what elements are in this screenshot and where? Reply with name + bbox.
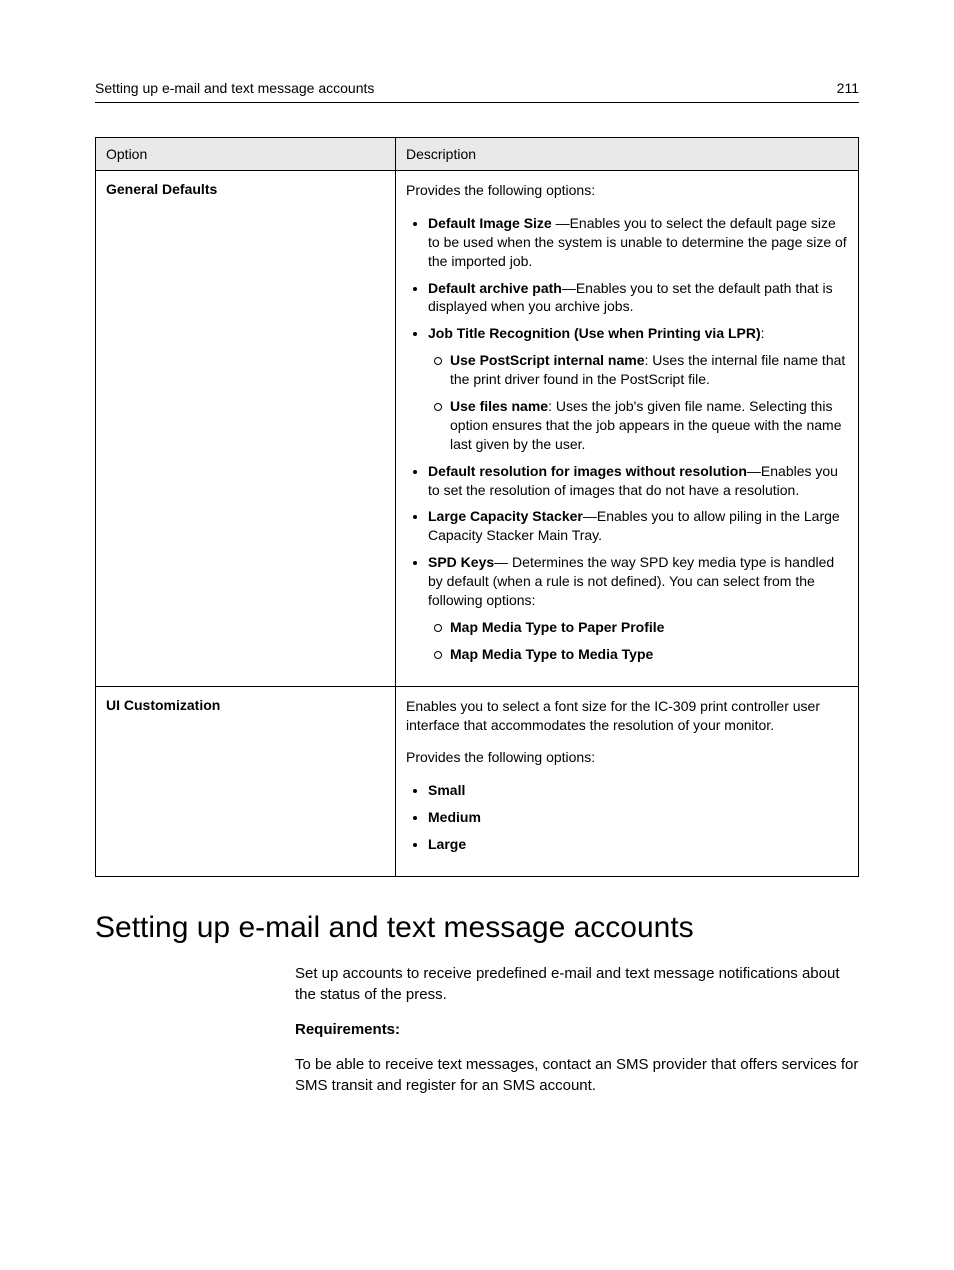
running-header: Setting up e-mail and text message accou… — [95, 80, 859, 103]
list-item: Large — [428, 835, 848, 854]
bold-term: SPD Keys — [428, 554, 494, 570]
desc-text: : — [761, 325, 765, 341]
list-item: Default archive path—Enables you to set … — [428, 279, 848, 317]
desc-general-defaults: Provides the following options: Default … — [396, 171, 859, 687]
table-row: UI Customization Enables you to select a… — [96, 686, 859, 876]
table-header-row: Option Description — [96, 138, 859, 171]
option-general-defaults: General Defaults — [96, 171, 396, 687]
bold-term: Large — [428, 836, 466, 852]
desc-ui-customization: Enables you to select a font size for th… — [396, 686, 859, 876]
list-item: Use PostScript internal name: Uses the i… — [450, 351, 848, 389]
section-body: Set up accounts to receive predefined e-… — [295, 963, 859, 1096]
bold-term: Use files name — [450, 398, 548, 414]
bold-term: Map Media Type to Paper Profile — [450, 619, 664, 635]
list-item: Map Media Type to Media Type — [450, 645, 848, 664]
list-item: Small — [428, 781, 848, 800]
uic-p2: Provides the following options: — [406, 748, 848, 767]
bold-term: Large Capacity Stacker — [428, 508, 583, 524]
requirements-text: To be able to receive text messages, con… — [295, 1054, 859, 1096]
spd-sublist: Map Media Type to Paper Profile Map Medi… — [428, 618, 848, 664]
bold-term: Default Image Size — [428, 215, 556, 231]
option-ui-customization: UI Customization — [96, 686, 396, 876]
bold-term: Small — [428, 782, 465, 798]
list-item: Large Capacity Stacker—Enables you to al… — [428, 507, 848, 545]
list-item: Medium — [428, 808, 848, 827]
page-number: 211 — [837, 80, 859, 96]
bold-term: Medium — [428, 809, 481, 825]
uic-bullet-list: Small Medium Large — [406, 781, 848, 854]
bold-term: Use PostScript internal name — [450, 352, 645, 368]
bold-term: Default resolution for images without re… — [428, 463, 747, 479]
list-item: Map Media Type to Paper Profile — [450, 618, 848, 637]
list-item: SPD Keys— Determines the way SPD key med… — [428, 553, 848, 663]
gd-intro: Provides the following options: — [406, 181, 848, 200]
section-heading: Setting up e-mail and text message accou… — [95, 911, 859, 945]
bold-term: Job Title Recognition (Use when Printing… — [428, 325, 761, 341]
bold-term: Default archive path — [428, 280, 562, 296]
list-item: Use files name: Uses the job's given fil… — [450, 397, 848, 454]
requirements-heading: Requirements: — [295, 1019, 859, 1040]
col-description-header: Description — [396, 138, 859, 171]
list-item: Default Image Size —Enables you to selec… — [428, 214, 848, 271]
gd-bullet-list: Default Image Size —Enables you to selec… — [406, 214, 848, 664]
page: Setting up e-mail and text message accou… — [0, 0, 954, 1170]
list-item: Job Title Recognition (Use when Printing… — [428, 324, 848, 453]
table-row: General Defaults Provides the following … — [96, 171, 859, 687]
list-item: Default resolution for images without re… — [428, 462, 848, 500]
bold-term: Map Media Type to Media Type — [450, 646, 653, 662]
header-left: Setting up e-mail and text message accou… — [95, 80, 374, 96]
jtr-sublist: Use PostScript internal name: Uses the i… — [428, 351, 848, 453]
col-option-header: Option — [96, 138, 396, 171]
section-intro: Set up accounts to receive predefined e-… — [295, 963, 859, 1005]
options-table: Option Description General Defaults Prov… — [95, 137, 859, 877]
uic-p1: Enables you to select a font size for th… — [406, 697, 848, 735]
